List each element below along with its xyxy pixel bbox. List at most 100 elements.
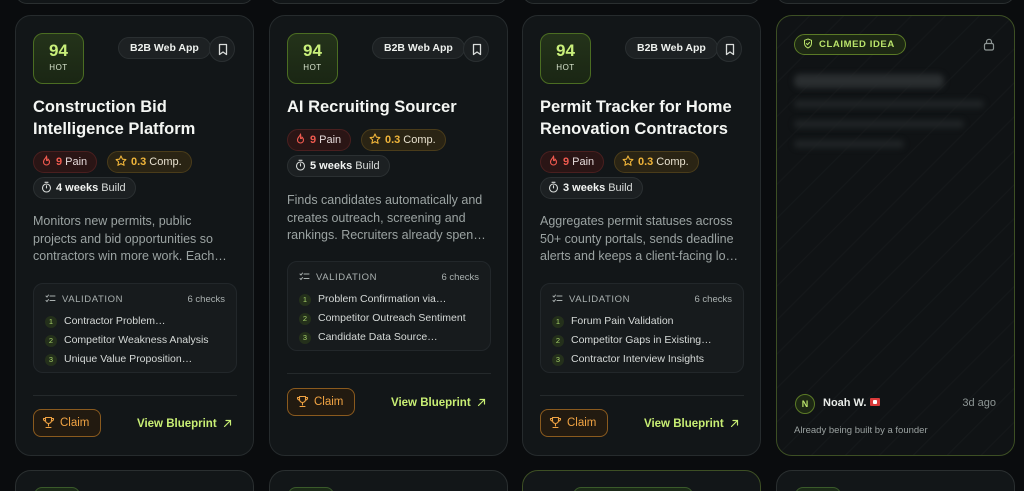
claimed-badge-label: CLAIMED IDEA xyxy=(819,39,895,50)
score-value: 94 xyxy=(556,41,575,60)
validation-count: 6 checks xyxy=(694,294,733,305)
checklist-icon xyxy=(552,294,563,303)
bookmark-button[interactable] xyxy=(716,36,742,62)
validation-header: VALIDATION 6 checks xyxy=(299,272,479,286)
score-badge: 94 HOT xyxy=(33,33,84,84)
view-blueprint-link[interactable]: View Blueprint xyxy=(391,396,486,410)
competition-label: Comp. xyxy=(403,134,436,146)
validation-item: 1 Forum Pain Validation xyxy=(552,315,735,329)
score-badge-preview xyxy=(288,487,334,491)
build-time-pill: 4 weeks Build xyxy=(33,177,136,199)
trophy-icon xyxy=(549,416,562,429)
divider xyxy=(33,395,237,396)
idea-title[interactable]: Construction Bid Intelligence Platform xyxy=(33,96,238,140)
competition-value: 0.3 xyxy=(385,134,401,146)
idea-description: Monitors new permits, public projects an… xyxy=(33,214,227,263)
category-tag: B2B Web App xyxy=(372,37,465,59)
competition-pill: 0.3 Comp. xyxy=(614,151,699,173)
score-badge-preview xyxy=(573,487,693,491)
claim-label: Claim xyxy=(60,417,90,429)
card-row-above xyxy=(269,0,508,4)
pain-pill: 9 Pain xyxy=(287,129,352,151)
competition-pill: 0.3 Comp. xyxy=(107,151,192,173)
item-number: 1 xyxy=(552,316,564,328)
view-blueprint-link[interactable]: View Blueprint xyxy=(644,417,739,431)
bookmark-icon xyxy=(725,43,735,56)
avatar: N xyxy=(795,394,815,414)
score-label: HOT xyxy=(49,63,68,72)
validation-panel: VALIDATION 6 checks 1 Problem Confirmatio… xyxy=(287,261,491,351)
build-value: 4 weeks xyxy=(56,182,99,194)
bookmark-icon xyxy=(472,43,482,56)
item-label: Candidate Data Source… xyxy=(318,331,438,343)
category-tag: B2B Web App xyxy=(118,37,211,59)
score-badge-preview xyxy=(795,487,841,491)
idea-card[interactable]: 94 HOT B2B Web App Construction Bid Inte… xyxy=(15,15,254,456)
view-blueprint-link[interactable]: View Blueprint xyxy=(137,417,232,431)
arrow-up-right-icon xyxy=(223,419,231,428)
idea-card[interactable]: 94 HOT B2B Web App AI Recruiting Sourcer… xyxy=(269,15,508,456)
redacted-title xyxy=(794,74,944,88)
flame-icon xyxy=(549,155,558,166)
validation-item: 2 Competitor Weakness Analysis xyxy=(45,334,228,348)
item-label: Competitor Weakness Analysis xyxy=(64,334,209,346)
validation-header: VALIDATION 6 checks xyxy=(45,294,225,308)
validation-item: 1 Contractor Problem… xyxy=(45,315,228,329)
item-label: Contractor Problem… xyxy=(64,315,166,327)
claim-button[interactable]: Claim xyxy=(33,409,101,437)
claim-button[interactable]: Claim xyxy=(287,388,355,416)
arrow-up-right-icon xyxy=(477,398,485,407)
competition-value: 0.3 xyxy=(131,156,147,168)
item-label: Forum Pain Validation xyxy=(571,315,674,327)
build-label: Build xyxy=(101,182,126,194)
claim-button[interactable]: Claim xyxy=(540,409,608,437)
claim-label: Claim xyxy=(567,417,597,429)
stopwatch-icon xyxy=(41,181,52,193)
pain-label: Pain xyxy=(572,156,595,168)
item-number: 3 xyxy=(552,354,564,366)
item-label: Contractor Interview Insights xyxy=(571,353,705,365)
item-number: 1 xyxy=(45,316,57,328)
blueprint-label: View Blueprint xyxy=(644,418,724,430)
item-number: 2 xyxy=(552,335,564,347)
divider xyxy=(540,395,744,396)
build-label: Build xyxy=(355,160,380,172)
competition-label: Comp. xyxy=(149,156,182,168)
build-time-pill: 3 weeks Build xyxy=(540,177,643,199)
item-label: Competitor Outreach Sentiment xyxy=(318,312,466,324)
flame-icon xyxy=(42,155,51,166)
score-value: 94 xyxy=(303,41,322,60)
bookmark-button[interactable] xyxy=(209,36,235,62)
claim-label: Claim xyxy=(314,396,344,408)
item-number: 3 xyxy=(299,332,311,344)
score-label: HOT xyxy=(556,63,575,72)
validation-item: 2 Competitor Gaps in Existing… xyxy=(552,334,735,348)
validation-label: VALIDATION xyxy=(569,294,631,305)
redacted-line xyxy=(794,100,984,108)
flame-icon xyxy=(296,133,305,144)
idea-card[interactable]: 94 HOT B2B Web App Permit Tracker for Ho… xyxy=(522,15,761,456)
card-row-below xyxy=(269,470,508,491)
trophy-icon xyxy=(42,416,55,429)
checklist-icon xyxy=(299,272,310,281)
idea-title[interactable]: AI Recruiting Sourcer xyxy=(287,96,492,118)
lock-icon xyxy=(983,38,995,51)
item-number: 2 xyxy=(45,335,57,347)
validation-label: VALIDATION xyxy=(62,294,124,305)
idea-title[interactable]: Permit Tracker for Home Renovation Contr… xyxy=(540,96,745,140)
stopwatch-icon xyxy=(548,181,559,193)
validation-item: 2 Competitor Outreach Sentiment xyxy=(299,312,482,326)
claimed-idea-card: CLAIMED IDEA N Noah W. 3d ago Already be… xyxy=(776,15,1015,456)
owner-name: Noah W. xyxy=(823,397,867,409)
trophy-icon xyxy=(296,395,309,408)
claimed-time: 3d ago xyxy=(962,397,996,409)
item-label: Competitor Gaps in Existing… xyxy=(571,334,712,346)
pain-value: 9 xyxy=(563,156,570,168)
idea-description: Finds candidates automatically and creat… xyxy=(287,193,486,242)
idea-description: Aggregates permit statuses across 50+ co… xyxy=(540,214,739,263)
card-row-below xyxy=(15,470,254,491)
card-row-below xyxy=(776,470,1015,491)
arrow-up-right-icon xyxy=(730,419,738,428)
item-label: Problem Confirmation via… xyxy=(318,293,447,305)
bookmark-button[interactable] xyxy=(463,36,489,62)
